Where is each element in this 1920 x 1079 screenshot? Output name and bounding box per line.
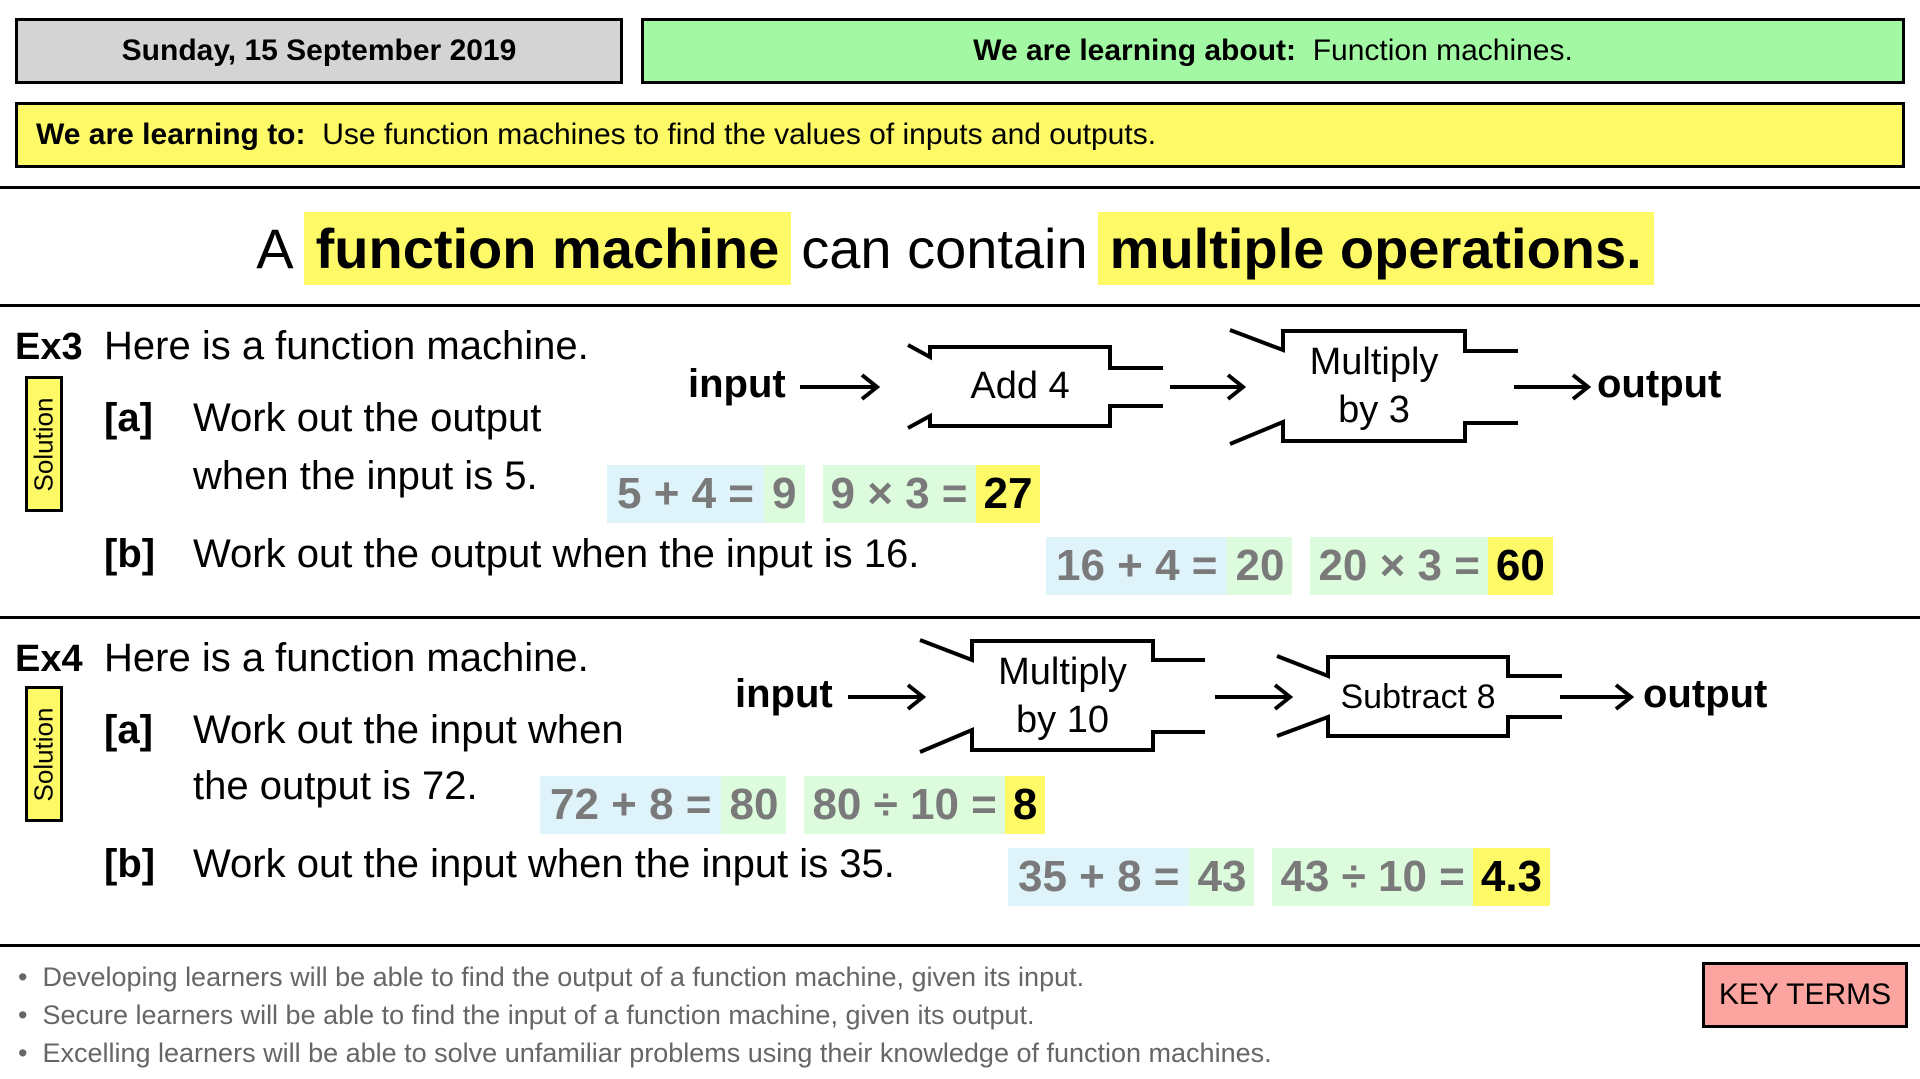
calc-step1: 72 + 8 = xyxy=(540,776,722,834)
ex3-op2-line1: Multiply xyxy=(1309,341,1439,383)
calc-mid: 80 xyxy=(721,776,787,834)
bullet-text: Excelling learners will be able to solve… xyxy=(42,1038,1272,1068)
calc-mid: 20 xyxy=(1227,537,1293,595)
calc-result: 4.3 xyxy=(1472,848,1551,906)
key-terms-label: KEY TERMS xyxy=(1718,978,1892,1011)
calc-step2: 80 ÷ 10 = xyxy=(804,776,1005,834)
ex3-answer-a: 5 + 4 = 9 9 × 3 = 27 xyxy=(607,465,1041,523)
ex3-output-label: output xyxy=(1597,362,1722,406)
list-item: • Developing learners will be able to fi… xyxy=(18,962,1085,992)
calc-step1: 16 + 4 = xyxy=(1046,537,1228,595)
ex3-op2-line2: by 3 xyxy=(1338,389,1410,431)
divider xyxy=(0,944,1920,947)
ex4-label: Ex4 xyxy=(15,638,83,680)
list-item: • Secure learners will be able to find t… xyxy=(18,1000,1035,1030)
calc-step1: 5 + 4 = xyxy=(607,465,765,523)
calc-step2: 20 × 3 = xyxy=(1310,537,1488,595)
ex4-part-a-line1: Work out the input when xyxy=(193,708,624,752)
bullet-text: Secure learners will be able to find the… xyxy=(42,1000,1035,1030)
ex4-part-a-label: [a] xyxy=(104,708,153,752)
ex4-intro: Here is a function machine. xyxy=(104,636,589,680)
ex4-op1-line1: Multiply xyxy=(998,651,1127,693)
calc-step1: 35 + 8 = xyxy=(1008,848,1190,906)
ex4-op2: Subtract 8 xyxy=(1340,678,1496,716)
solution-label: Solution xyxy=(28,707,59,801)
ex4-part-b-label: [b] xyxy=(104,842,156,886)
ex4-op1: Multiply by 10 xyxy=(972,648,1153,744)
ex4-op1-line2: by 10 xyxy=(1016,699,1109,741)
divider xyxy=(0,616,1920,619)
ex4-part-a-line2: the output is 72. xyxy=(193,764,478,808)
ex3-answer-b: 16 + 4 = 20 20 × 3 = 60 xyxy=(1046,537,1553,595)
ex4-solution-button[interactable]: Solution xyxy=(25,686,63,822)
calc-mid: 43 xyxy=(1189,848,1255,906)
ex3-op1: Add 4 xyxy=(970,365,1070,407)
ex4-answer-a: 72 + 8 = 80 80 ÷ 10 = 8 xyxy=(540,776,1046,834)
calc-result: 8 xyxy=(1004,776,1046,834)
calc-result: 27 xyxy=(975,465,1041,523)
calc-mid: 9 xyxy=(764,465,805,523)
calc-step2: 9 × 3 = xyxy=(822,465,976,523)
arrow-icon xyxy=(1514,373,1592,401)
arrow-icon xyxy=(848,683,927,711)
list-item: • Excelling learners will be able to sol… xyxy=(18,1038,1272,1068)
ex3-op2: Multiply by 3 xyxy=(1283,338,1465,434)
ex4-part-b-text: Work out the input when the input is 35. xyxy=(193,842,895,886)
ex4-output-label: output xyxy=(1643,672,1768,716)
machine-diagrams xyxy=(800,328,1635,754)
calc-step2: 43 ÷ 10 = xyxy=(1272,848,1473,906)
arrow-icon xyxy=(1215,683,1294,711)
ex4-answer-b: 35 + 8 = 43 43 ÷ 10 = 4.3 xyxy=(1008,848,1551,906)
arrow-icon xyxy=(800,373,881,401)
calc-result: 60 xyxy=(1487,537,1553,595)
ex4-input-label: input xyxy=(735,672,833,716)
success-criteria-list: • Developing learners will be able to fi… xyxy=(18,958,1272,1072)
arrow-icon xyxy=(1170,373,1247,401)
key-terms-button[interactable]: KEY TERMS xyxy=(1702,962,1908,1028)
arrow-icon xyxy=(1560,683,1635,711)
bullet-text: Developing learners will be able to find… xyxy=(42,962,1085,992)
